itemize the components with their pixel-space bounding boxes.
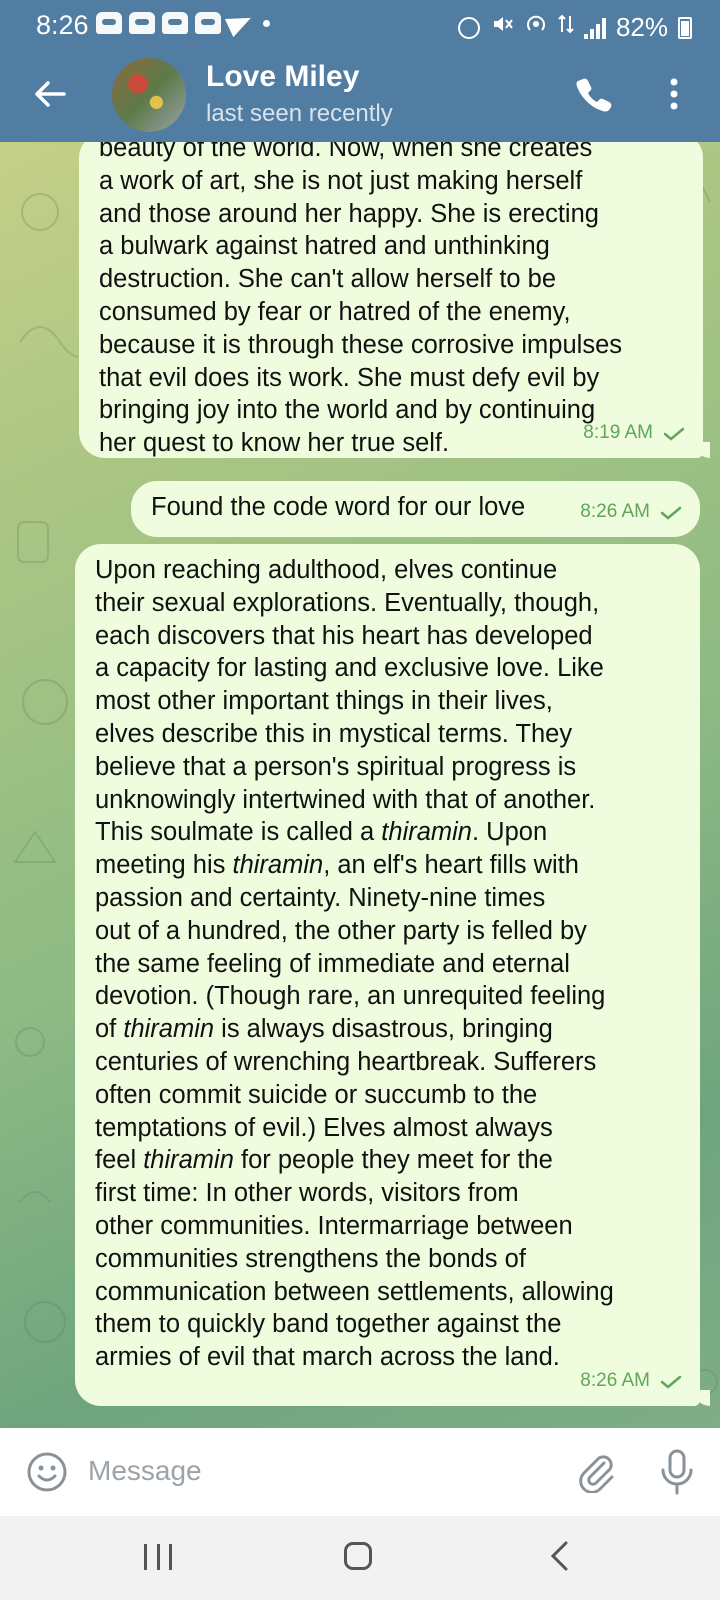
signal-icon: [583, 17, 606, 39]
battery-percent: 82%: [615, 12, 668, 42]
chat-title[interactable]: Love Miley: [206, 60, 359, 94]
chat-area[interactable]: beauty of the world. Now, when she creat…: [0, 142, 720, 1428]
avatar[interactable]: [112, 58, 186, 132]
dot-icon: [263, 19, 270, 27]
paperclip-icon[interactable]: [574, 1449, 618, 1493]
message-time: 8:26 AM: [580, 501, 650, 523]
game-controller-icon: [195, 12, 221, 34]
message-text-emphasis: thiramin: [232, 851, 324, 880]
message-bubble[interactable]: beauty of the world. Now, when she creat…: [79, 142, 703, 458]
message-meta: 8:19 AM: [583, 417, 685, 450]
check-icon: [663, 427, 685, 441]
game-controller-icon: [96, 12, 122, 34]
message-bubble[interactable]: Found the code word for our love 8:26 AM: [131, 481, 700, 537]
emoji-icon[interactable]: [26, 1451, 68, 1493]
back-arrow-icon[interactable]: [30, 74, 70, 114]
phone-icon[interactable]: [574, 74, 614, 114]
system-nav-bar: [0, 1516, 720, 1600]
status-time: 8:26: [36, 10, 89, 40]
message-bubble[interactable]: Upon reaching adulthood, elves continue …: [75, 544, 700, 1406]
telegram-icon: [224, 8, 256, 38]
check-icon: [660, 506, 682, 520]
message-input[interactable]: Message: [88, 1455, 202, 1487]
status-bar: 8:26 82%: [0, 0, 720, 52]
home-icon[interactable]: [344, 1542, 372, 1570]
game-controller-icon: [162, 12, 188, 34]
notification-icons: [96, 8, 270, 38]
message-text-emphasis: thiramin: [381, 818, 472, 847]
message-text-emphasis: thiramin: [123, 1015, 215, 1044]
hotspot-icon: [524, 12, 548, 43]
chat-header: Love Miley last seen recently: [0, 52, 720, 142]
message-text-part: Upon reaching adulthood, elves continue …: [95, 556, 604, 847]
message-input-bar: Message: [0, 1428, 720, 1516]
check-icon: [660, 1375, 682, 1389]
message-text: Upon reaching adulthood, elves continue …: [95, 554, 614, 1374]
microphone-icon[interactable]: [660, 1448, 694, 1496]
alarm-icon: [457, 16, 480, 39]
message-text-part: for people they meet for the first time:…: [95, 1146, 614, 1372]
message-text-emphasis: thiramin: [143, 1146, 234, 1175]
system-back-icon[interactable]: [548, 1540, 570, 1572]
message-time: 8:19 AM: [583, 422, 653, 444]
mute-icon: [490, 12, 514, 43]
message-time: 8:26 AM: [580, 1370, 650, 1392]
message-text: beauty of the world. Now, when she creat…: [99, 142, 623, 458]
message-meta: 8:26 AM: [580, 1365, 682, 1398]
message-meta: 8:26 AM: [580, 496, 682, 529]
top-bar: 8:26 82% Love Miley last seen recently: [0, 0, 720, 142]
chat-subtitle[interactable]: last seen recently: [206, 100, 393, 128]
battery-icon: [678, 16, 692, 39]
data-icon: [558, 12, 574, 43]
recent-apps-icon[interactable]: [144, 1544, 172, 1570]
more-options-icon[interactable]: [664, 74, 684, 114]
system-icons: 82%: [457, 12, 692, 43]
game-controller-icon: [129, 12, 155, 34]
message-text: Found the code word for our love: [151, 493, 526, 521]
